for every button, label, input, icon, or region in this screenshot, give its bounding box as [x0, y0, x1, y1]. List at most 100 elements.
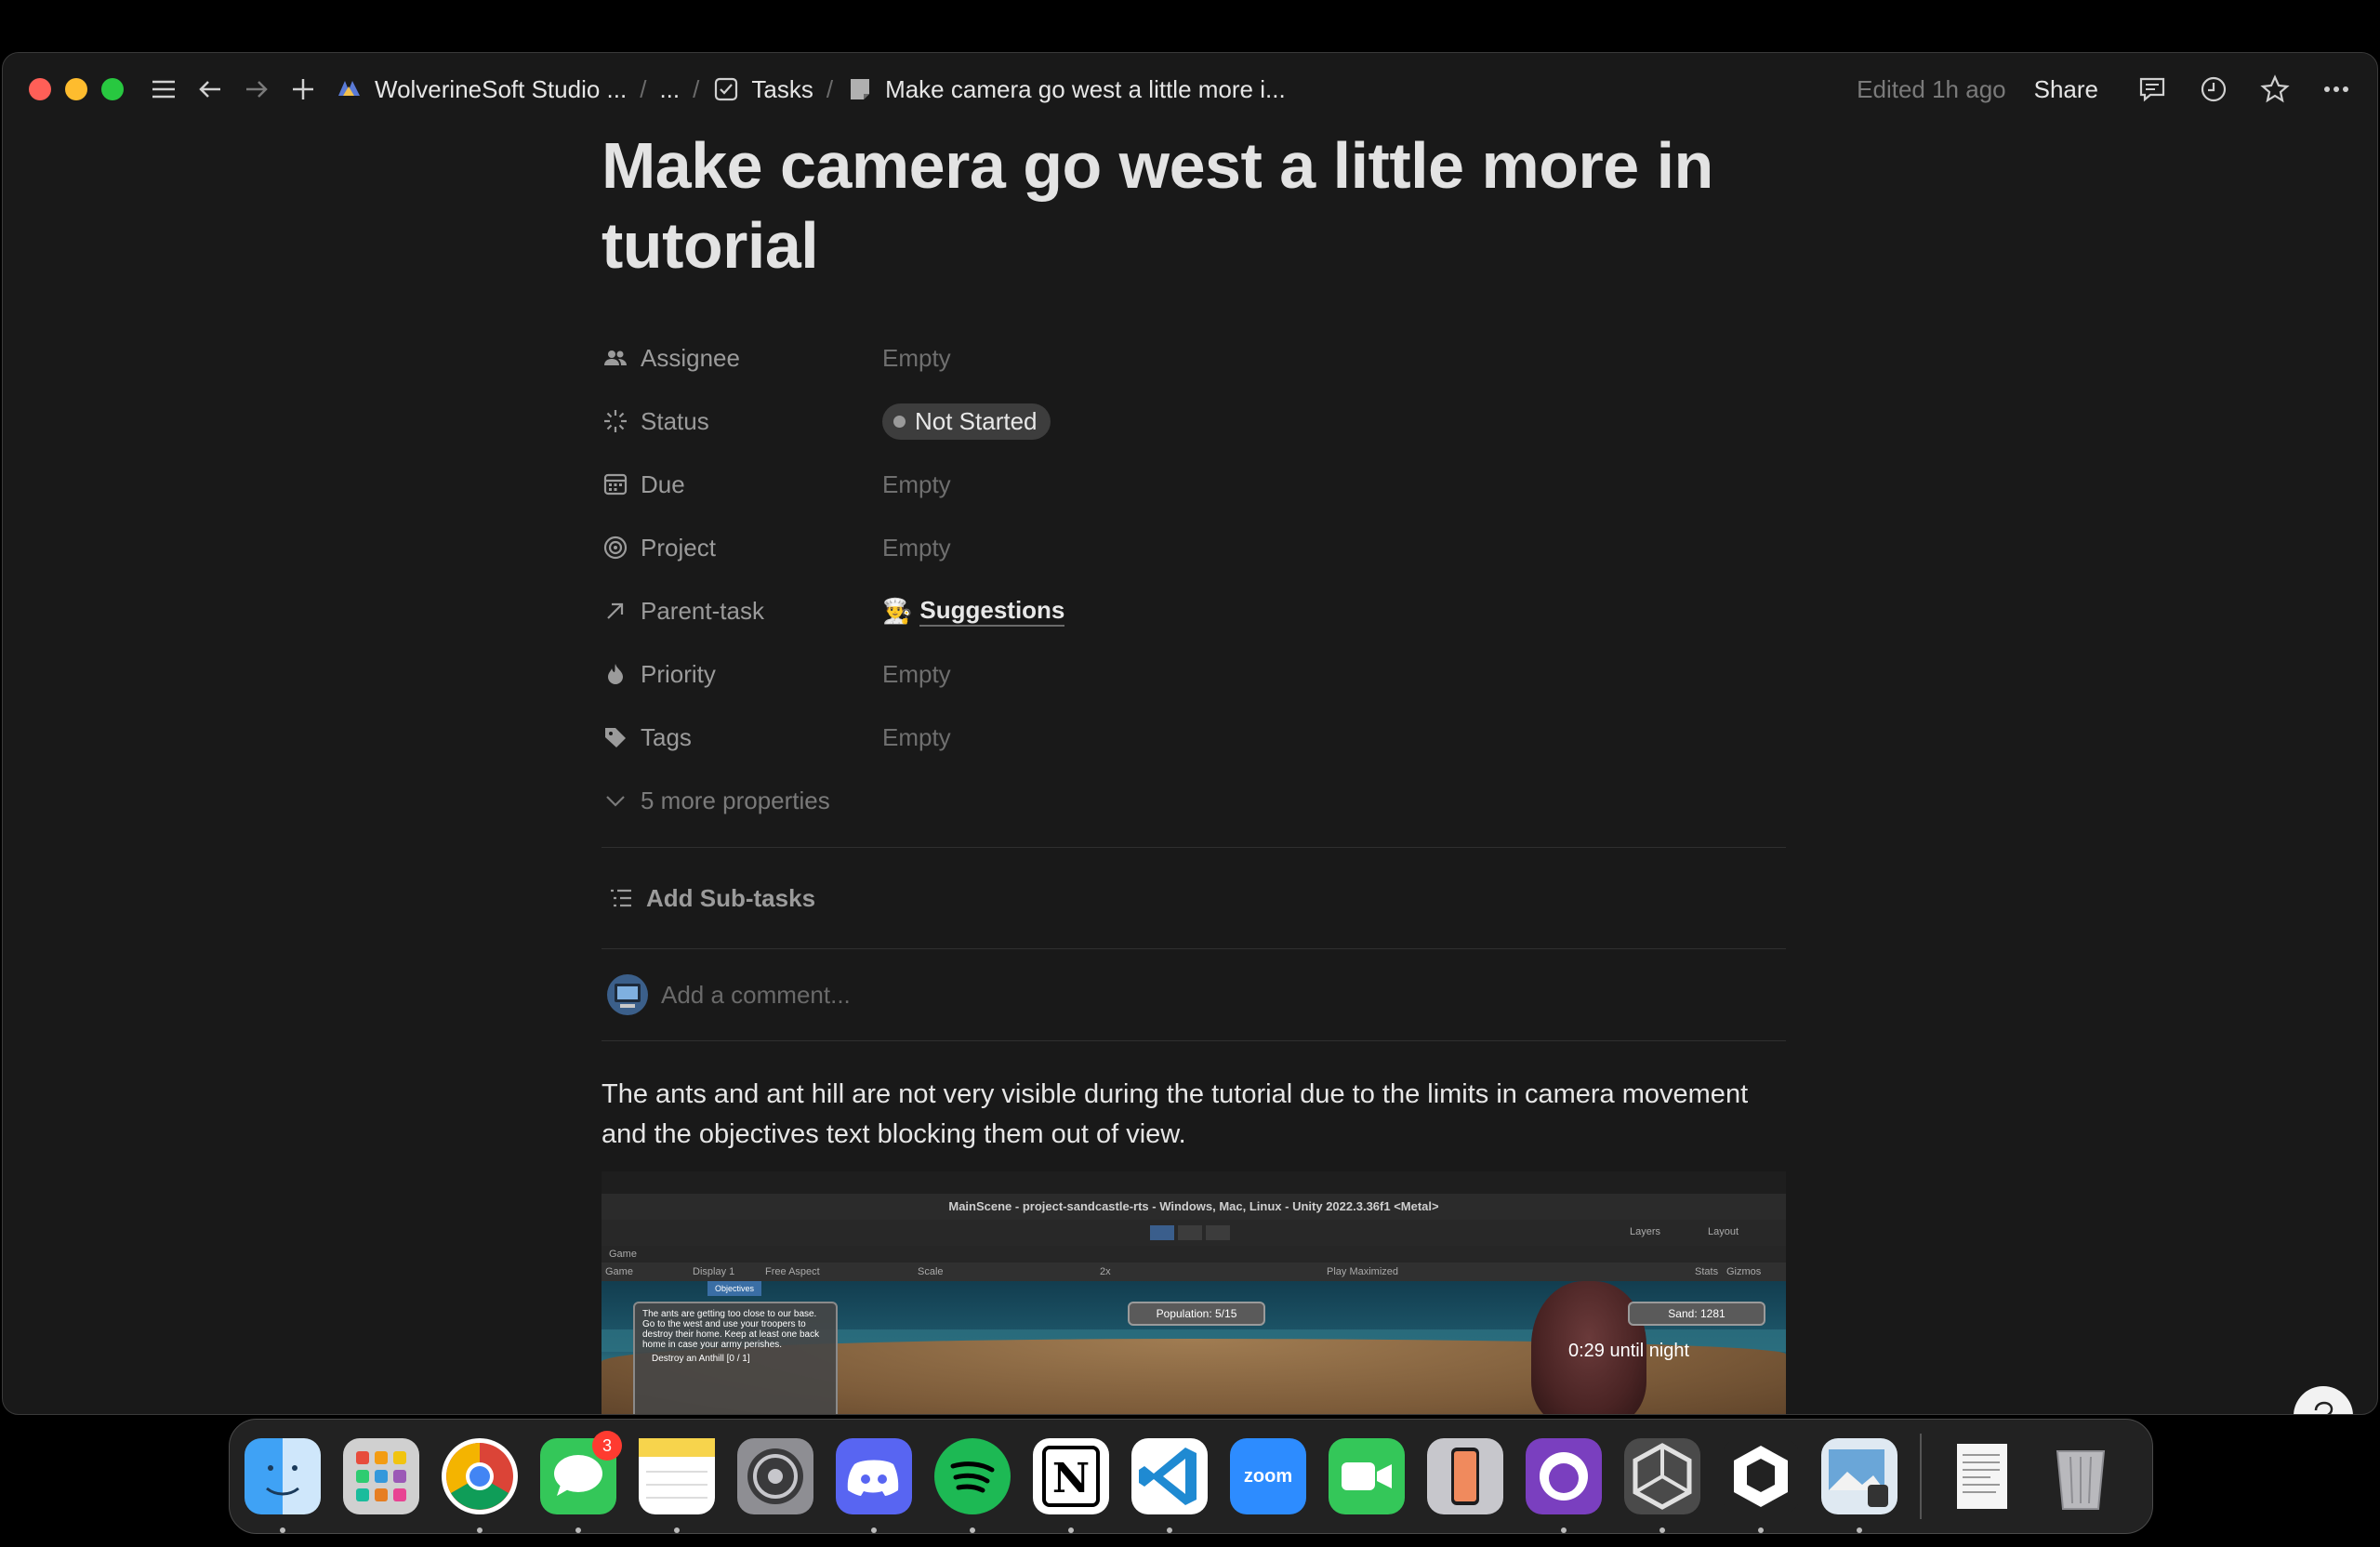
property-priority[interactable]: Priority Empty [602, 642, 1786, 706]
dock-spotify[interactable] [934, 1438, 1011, 1533]
add-subtasks-label: Add Sub-tasks [646, 883, 816, 912]
breadcrumb-separator: / [693, 74, 700, 103]
property-value[interactable]: Empty [882, 660, 951, 689]
workspace-logo-icon [338, 81, 360, 96]
dock-system-settings[interactable] [737, 1438, 813, 1514]
forward-arrow-icon[interactable] [243, 75, 271, 103]
history-clock-icon[interactable] [2197, 73, 2230, 106]
property-tags[interactable]: Tags Empty [602, 706, 1786, 769]
status-dot [893, 415, 906, 428]
dock-vscode[interactable] [1131, 1438, 1208, 1533]
layout-dropdown: Layout [1708, 1226, 1739, 1237]
avatar [607, 974, 648, 1015]
play-controls [1150, 1225, 1230, 1240]
task-description[interactable]: The ants and ant hill are not very visib… [602, 1075, 1786, 1155]
population-counter: Population: 5/15 [1128, 1302, 1265, 1326]
dock-preview[interactable] [1821, 1438, 1897, 1533]
dock-facetime[interactable] [1329, 1438, 1405, 1514]
dock-github-desktop[interactable] [1526, 1438, 1602, 1533]
dock-discord[interactable] [836, 1438, 912, 1533]
notion-icon: N [1042, 1446, 1100, 1507]
page-content: Make camera go west a little more in tut… [602, 126, 1786, 1414]
facetime-icon [1342, 1462, 1392, 1490]
property-value[interactable]: Empty [882, 534, 951, 562]
dock-zoom[interactable]: zoom [1230, 1438, 1306, 1514]
property-value[interactable]: Empty [882, 470, 951, 499]
add-subtasks-button[interactable]: Add Sub-tasks [602, 848, 1786, 948]
night-timer: 0:29 until night [1568, 1341, 1690, 1361]
property-status[interactable]: Status Not Started [602, 390, 1786, 453]
more-options-icon[interactable] [2320, 73, 2353, 106]
breadcrumb: WolverineSoft Studio ... / ... / Tasks /… [336, 75, 1286, 104]
property-value[interactable]: Empty [882, 723, 951, 752]
parent-task-link[interactable]: 👨‍🍳 Suggestions [882, 596, 1065, 627]
unity-window-title: MainScene - project-sandcastle-rts - Win… [602, 1194, 1786, 1220]
dock-messages[interactable]: 3 [540, 1431, 622, 1533]
breadcrumb-ellipsis[interactable]: ... [659, 75, 680, 104]
new-page-plus-icon[interactable] [289, 75, 317, 103]
sidebar-toggle-icon[interactable] [150, 75, 178, 103]
iphone-icon [1451, 1448, 1479, 1505]
spotify-icon [950, 1461, 995, 1493]
status-badge[interactable]: Not Started [882, 403, 1051, 440]
breadcrumb-current-page[interactable]: Make camera go west a little more i... [846, 75, 1286, 104]
breadcrumb-workspace-label: WolverineSoft Studio ... [375, 74, 628, 103]
objective-item: Destroy an Anthill [0 / 1] [652, 1354, 750, 1364]
objectives-text: The ants are getting too close to our ba… [642, 1309, 820, 1350]
comment-input[interactable]: Add a comment... [602, 949, 1786, 1040]
top-bar: WolverineSoft Studio ... / ... / Tasks /… [3, 53, 2377, 126]
breadcrumb-workspace[interactable]: WolverineSoft Studio ... [336, 75, 627, 104]
embedded-screenshot-image[interactable]: MainScene - project-sandcastle-rts - Win… [602, 1171, 1786, 1414]
dock-document[interactable] [1944, 1438, 2020, 1514]
zoom-window-button[interactable] [101, 78, 124, 100]
breadcrumb-separator: / [826, 74, 834, 103]
help-button[interactable] [2294, 1386, 2353, 1414]
divider [602, 1040, 1786, 1041]
page-icon [851, 79, 870, 99]
property-parent-task[interactable]: Parent-task 👨‍🍳 Suggestions [602, 579, 1786, 642]
page-title[interactable]: Make camera go west a little more in tut… [602, 126, 1786, 285]
svg-text:N: N [1052, 1455, 1090, 1502]
back-arrow-icon[interactable] [196, 75, 224, 103]
dock-notes[interactable] [639, 1438, 715, 1533]
preview-icon [1829, 1449, 1888, 1507]
property-project[interactable]: Project Empty [602, 516, 1786, 579]
minimize-window-button[interactable] [65, 78, 87, 100]
dock-finder[interactable] [245, 1438, 321, 1533]
unity-hub-icon [1633, 1443, 1692, 1510]
gear-icon [747, 1448, 803, 1504]
chevron-down-icon [602, 787, 629, 814]
share-button[interactable]: Share [2034, 75, 2098, 104]
flame-icon [602, 660, 629, 688]
play-icon [1150, 1225, 1174, 1240]
property-assignee[interactable]: Assignee Empty [602, 326, 1786, 390]
game-option: Display 1 [693, 1266, 735, 1277]
dock-notion[interactable]: N [1033, 1438, 1109, 1533]
property-label: Parent-task [641, 596, 764, 625]
dock-unity-hub[interactable] [1624, 1438, 1700, 1533]
dock-chrome[interactable] [442, 1438, 518, 1533]
favorite-star-icon[interactable] [2258, 73, 2292, 106]
dock-launchpad[interactable] [343, 1438, 419, 1514]
breadcrumb-tasks[interactable]: Tasks [712, 75, 813, 104]
notes-icon [639, 1438, 715, 1499]
property-value[interactable]: Empty [882, 344, 951, 373]
unity-game-tab: Game [602, 1246, 1786, 1263]
target-icon [602, 534, 629, 562]
dock-iphone-mirroring[interactable] [1427, 1438, 1503, 1514]
comments-icon[interactable] [2135, 73, 2169, 106]
edited-timestamp: Edited 1h ago [1857, 74, 2006, 103]
more-properties-toggle[interactable]: 5 more properties [602, 769, 1786, 832]
messages-badge: 3 [592, 1431, 622, 1461]
vscode-icon [1139, 1448, 1197, 1505]
property-label: Tags [641, 722, 692, 751]
property-due[interactable]: Due Empty [602, 453, 1786, 516]
status-label: Not Started [915, 406, 1038, 435]
dock-unity[interactable] [1723, 1438, 1799, 1533]
document-icon [1957, 1444, 2007, 1509]
dock-trash[interactable] [2043, 1438, 2119, 1514]
objectives-tab: Objectives [707, 1281, 761, 1296]
chef-emoji-icon: 👨‍🍳 [882, 596, 913, 625]
game-option: Gizmos [1726, 1266, 1762, 1277]
close-window-button[interactable] [29, 78, 51, 100]
